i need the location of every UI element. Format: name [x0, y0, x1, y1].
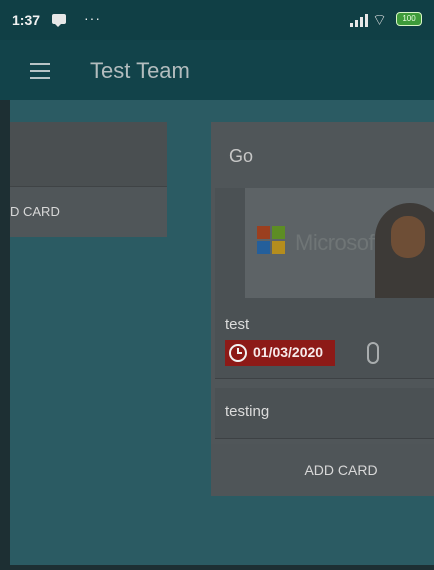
signal-icon	[350, 13, 368, 27]
status-time: 1:37	[12, 12, 41, 28]
board[interactable]: D CARD Go Microsoft test 01/03/2020 test…	[10, 100, 434, 565]
clock-icon	[229, 344, 247, 362]
bottom-strip	[0, 565, 434, 570]
app-bar: Test Team	[0, 40, 434, 100]
status-bar: 1:37 ··· ⌔ 100	[0, 0, 434, 40]
due-date: 01/03/2020	[253, 344, 324, 360]
card-test[interactable]: Microsoft test 01/03/2020	[215, 188, 434, 379]
card-title: testing	[225, 403, 270, 420]
card-testing[interactable]: testing	[215, 388, 434, 439]
paperclip-icon	[367, 342, 379, 364]
message-icon	[52, 14, 66, 27]
more-notifications-icon: ···	[84, 10, 101, 26]
microsoft-logo-icon	[257, 226, 285, 254]
left-column-header	[10, 122, 167, 186]
image-text: Microsoft	[295, 230, 380, 255]
due-date-badge: 01/03/2020	[225, 340, 335, 366]
right-column[interactable]: Go Microsoft test 01/03/2020 testing ADD…	[211, 122, 434, 496]
menu-icon[interactable]	[30, 63, 50, 79]
battery-icon: 100	[396, 12, 422, 26]
left-column[interactable]: D CARD	[10, 122, 167, 237]
column-title: Go	[229, 146, 254, 166]
left-add-card-button[interactable]: D CARD	[10, 187, 167, 237]
person-face	[391, 216, 425, 258]
page-title: Test Team	[90, 58, 190, 83]
card-title: test	[225, 316, 250, 333]
wifi-icon: ⌔	[372, 12, 388, 29]
add-card-button[interactable]: ADD CARD	[211, 444, 434, 496]
card-image[interactable]: Microsoft	[245, 188, 434, 298]
